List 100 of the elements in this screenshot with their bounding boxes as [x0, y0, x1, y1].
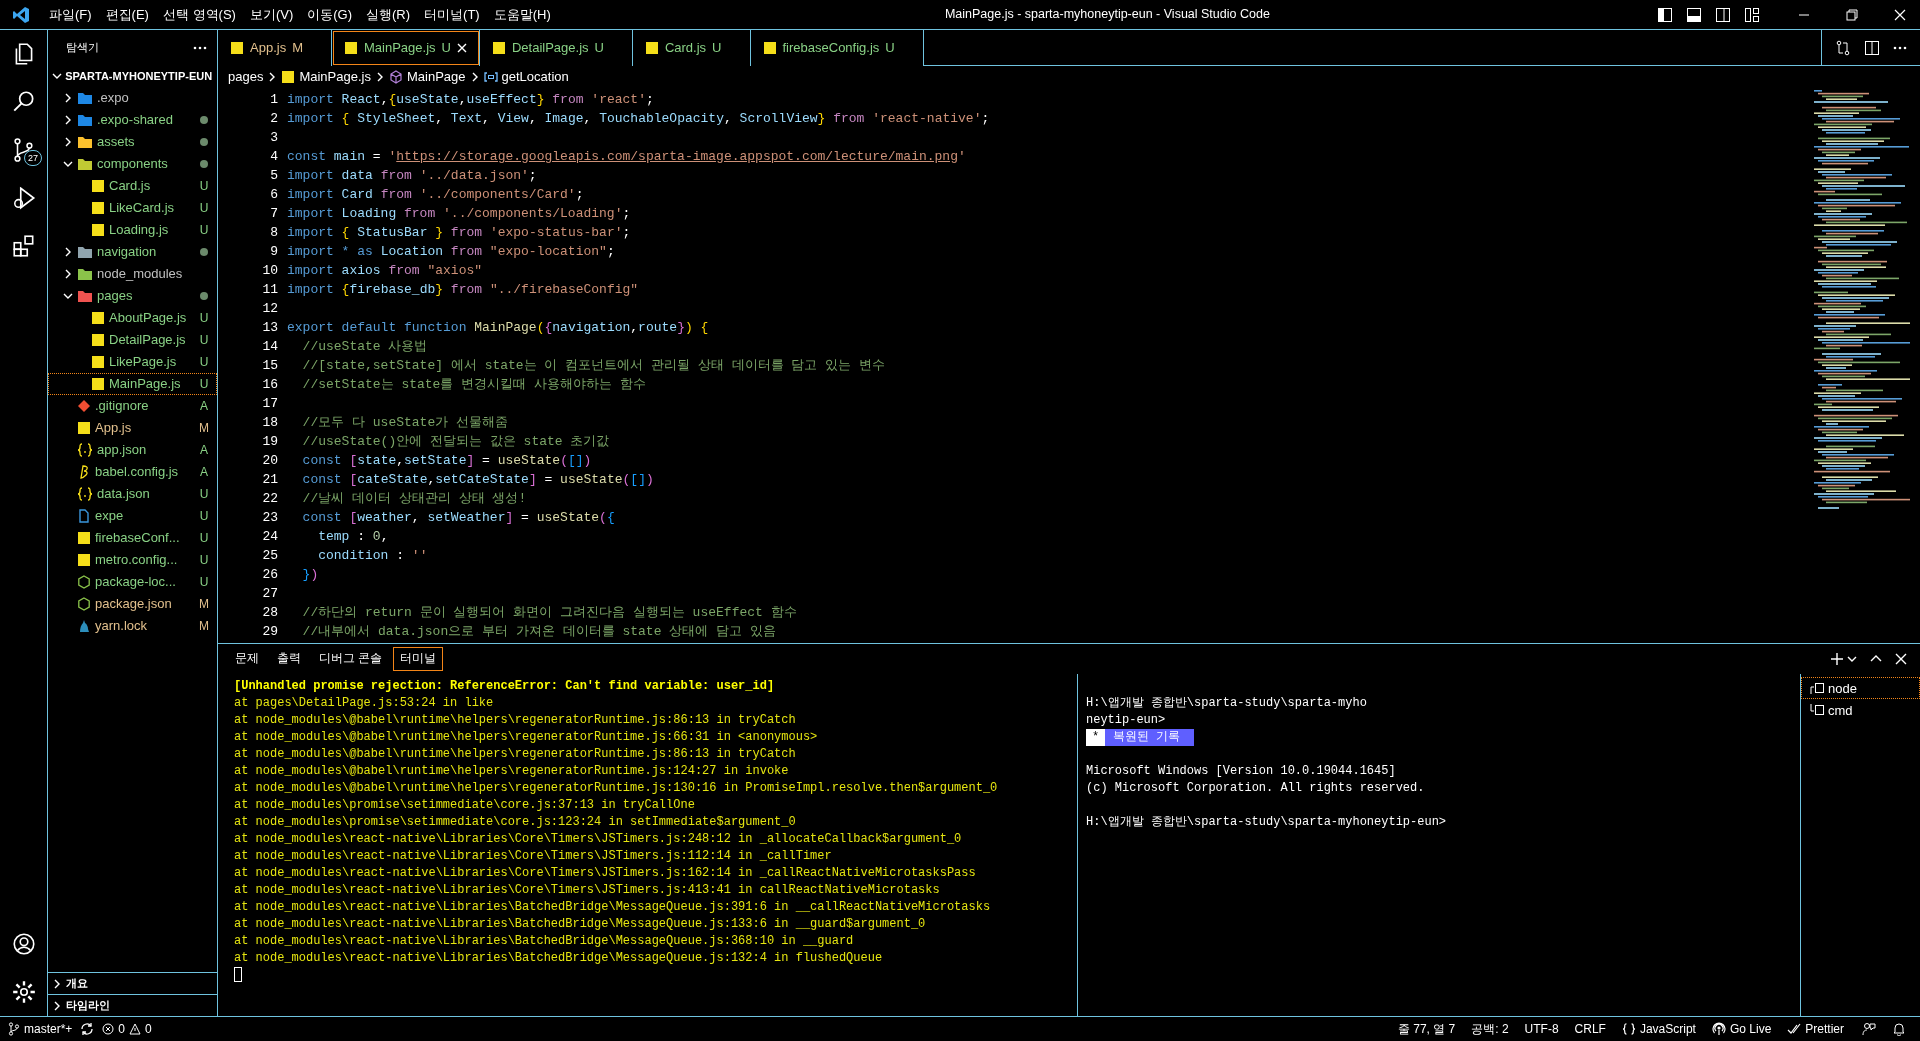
menu-item[interactable]: 이동(G)	[300, 0, 360, 30]
file-item[interactable]: yarn.lock M	[48, 615, 217, 637]
terminal-tab[interactable]: node	[1801, 677, 1920, 700]
file-item[interactable]: metro.config... U	[48, 549, 217, 571]
file-item[interactable]: babel.config.js A	[48, 461, 217, 483]
section-header[interactable]: 개요	[66, 975, 88, 992]
file-item[interactable]: MainPage.js U	[48, 373, 217, 395]
git-status-letter: A	[199, 442, 209, 459]
compare-changes-icon[interactable]	[1835, 39, 1851, 56]
file-item[interactable]: LikePage.js U	[48, 351, 217, 373]
file-item[interactable]: firebaseConf... U	[48, 527, 217, 549]
chevron-down-icon	[52, 71, 62, 81]
panel-tab[interactable]: 터미널	[393, 647, 444, 671]
status-item[interactable]: CRLF	[1566, 1020, 1614, 1038]
settings-icon[interactable]	[11, 979, 37, 1005]
js-file-icon	[91, 355, 105, 369]
folder-item[interactable]: pages	[48, 285, 217, 307]
menu-item[interactable]: 파일(F)	[42, 0, 99, 30]
file-item[interactable]: Card.js U	[48, 175, 217, 197]
script-b-icon	[77, 465, 91, 479]
file-item[interactable]: .gitignore A	[48, 395, 217, 417]
file-item[interactable]: AboutPage.js U	[48, 307, 217, 329]
line-number: 1	[269, 91, 278, 109]
run-debug-icon[interactable]	[11, 185, 37, 211]
menu-item[interactable]: 선택 영역(S)	[155, 0, 243, 30]
close-icon[interactable]	[456, 43, 467, 53]
file-item[interactable]: app.json A	[48, 439, 217, 461]
restore-icon[interactable]	[1845, 7, 1859, 22]
terminal-cursor	[234, 967, 242, 982]
section-header[interactable]: 타임라인	[66, 997, 110, 1014]
editor-tab[interactable]: Card.js U	[632, 30, 751, 66]
terminal-icon	[1808, 681, 1824, 696]
js-file-icon	[91, 377, 105, 391]
code-line: const [cateState,setCateState] = useState([])	[301, 471, 654, 489]
code-line: import React,{useState,useEffect} from 'react';	[287, 91, 654, 109]
layout-grid-icon[interactable]	[1744, 6, 1760, 23]
panel-tab[interactable]: 문제	[228, 647, 266, 671]
editor-tab[interactable]: MainPage.js U	[332, 30, 480, 66]
terminal-line: H:\앱개발 종합반\sparta-study\sparta-myhoneytip-eun>	[1086, 814, 1448, 831]
editor-tab[interactable]: DetailPage.js U	[479, 30, 633, 66]
status-item[interactable]: JavaScript	[1613, 1020, 1704, 1038]
notification-bell-icon[interactable]	[1892, 1022, 1906, 1036]
file-item[interactable]: App.js M	[48, 417, 217, 439]
menu-item[interactable]: 편집(E)	[98, 0, 156, 30]
code-line: import Loading from '../components/Loading';	[287, 205, 631, 223]
line-number: 22	[261, 490, 278, 508]
split-layout-icon[interactable]	[1715, 6, 1731, 23]
sync-icon[interactable]	[80, 1022, 95, 1036]
file-item[interactable]: DetailPage.js U	[48, 329, 217, 351]
status-item[interactable]: 줄 77, 열 7	[1389, 1020, 1464, 1038]
panel-tab[interactable]: 출력	[270, 647, 308, 671]
file-item[interactable]: data.json U	[48, 483, 217, 505]
toggle-sidebar-icon[interactable]	[1657, 6, 1673, 23]
chevron-down-icon[interactable]	[1847, 654, 1857, 664]
file-item[interactable]: package.json M	[48, 593, 217, 615]
editor-tab[interactable]: App.js M	[218, 30, 332, 66]
breadcrumb-item[interactable]: getLocation	[483, 67, 569, 87]
close-icon[interactable]	[1895, 653, 1907, 665]
plus-icon[interactable]	[1830, 652, 1844, 666]
menu-item[interactable]: 도움말(H)	[486, 0, 558, 30]
file-item[interactable]: expe U	[48, 505, 217, 527]
line-number: 20	[261, 452, 278, 470]
more-icon[interactable]	[1893, 45, 1907, 50]
status-item[interactable]: Prettier	[1779, 1020, 1852, 1038]
breadcrumb-item[interactable]: pages	[228, 67, 264, 87]
breadcrumb-item[interactable]: MainPage	[388, 67, 466, 87]
js-file-icon	[77, 421, 91, 435]
more-icon[interactable]	[193, 45, 207, 50]
notification-badge: 27	[24, 150, 42, 166]
feedback-icon[interactable]	[1862, 1022, 1876, 1036]
folder-item[interactable]: .expo-shared	[48, 109, 217, 131]
problems-status[interactable]: 0 0	[94, 1020, 160, 1038]
file-item[interactable]: package-loc... U	[48, 571, 217, 593]
file-item[interactable]: Loading.js U	[48, 219, 217, 241]
close-icon[interactable]	[1893, 7, 1907, 22]
folder-icon	[77, 157, 93, 171]
breadcrumb-item[interactable]: MainPage.js	[281, 67, 371, 87]
folder-item[interactable]: components	[48, 153, 217, 175]
menu-item[interactable]: 실행(R)	[359, 0, 418, 30]
line-number: 17	[261, 395, 278, 413]
folder-item[interactable]: .expo	[48, 87, 217, 109]
status-item[interactable]: 공백: 2	[1463, 1020, 1517, 1038]
editor-tab[interactable]: firebaseConfig.js U	[750, 30, 924, 66]
git-status-letter: U	[885, 39, 895, 58]
terminal-line: Microsoft Windows [Version 10.0.19044.1645]	[1086, 763, 1397, 780]
split-editor-icon[interactable]	[1864, 39, 1880, 56]
folder-item[interactable]: navigation	[48, 241, 217, 263]
menu-item[interactable]: 보기(V)	[242, 0, 301, 30]
folder-item[interactable]: node_modules	[48, 263, 217, 285]
line-number: 13	[261, 319, 278, 337]
account-icon[interactable]	[11, 931, 37, 957]
branch-status[interactable]: master*+	[0, 1020, 81, 1038]
folder-item[interactable]: assets	[48, 131, 217, 153]
terminal-tab[interactable]: cmd	[1801, 699, 1920, 722]
toggle-panel-icon[interactable]	[1686, 6, 1702, 23]
file-item[interactable]: LikeCard.js U	[48, 197, 217, 219]
status-item[interactable]: Go Live	[1703, 1020, 1780, 1038]
menu-item[interactable]: 터미널(T)	[417, 0, 487, 30]
status-item[interactable]: UTF-8	[1516, 1020, 1567, 1038]
panel-tab[interactable]: 디버그 콘솔	[312, 647, 390, 671]
